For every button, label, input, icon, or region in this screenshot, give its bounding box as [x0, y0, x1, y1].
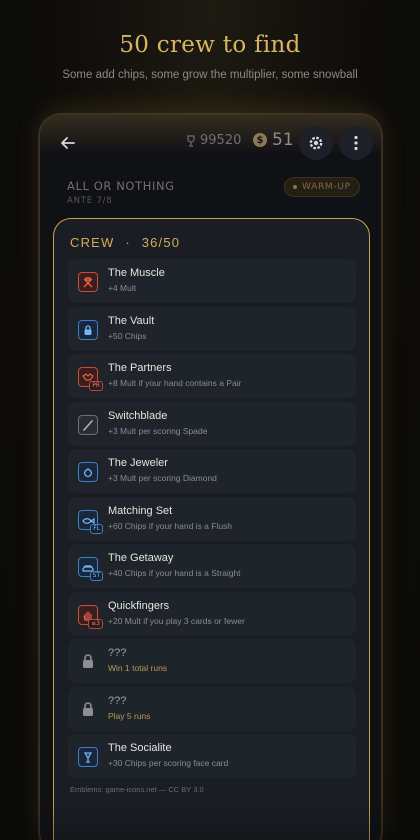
crew-item[interactable]: The Jeweler +3 Mult per scoring Diamond: [68, 449, 356, 493]
crew-item-tag: ≤3: [88, 618, 103, 629]
back-arrow-icon: [61, 137, 75, 149]
crew-list: The Muscle +4 Mult The Vault +50 Chips PR The…: [68, 259, 356, 782]
crew-separator: ·: [125, 235, 131, 250]
crew-header: CREW · 36/50: [70, 235, 180, 250]
crew-item-name: The Vault: [108, 314, 155, 327]
crew-item-name: The Getaway: [108, 552, 174, 564]
crew-item-desc: +30 Chips per scoring face card: [108, 758, 229, 768]
trophy-icon: [187, 134, 195, 147]
crew-item-desc: Win 1 total runs: [108, 663, 168, 673]
crew-item-desc: +3 Mult per scoring Spade: [108, 425, 208, 436]
crew-item-name: The Partners: [108, 362, 172, 374]
score-value: 99520: [200, 133, 242, 148]
crew-item-desc: +3 Mult per scoring Diamond: [108, 473, 217, 483]
crew-item-desc: Play 5 runs: [108, 710, 151, 721]
crew-label: CREW: [70, 235, 115, 250]
crew-item-tag: PR: [89, 381, 103, 391]
crew-item-desc: +40 Chips if your hand is a Straight: [108, 568, 241, 578]
lock-icon: [81, 701, 95, 717]
padlock-icon: [78, 319, 98, 340]
crew-item-tag: ST: [89, 571, 103, 581]
crew-item-tag: FL: [90, 523, 103, 534]
crew-item-name: Switchblade: [108, 409, 168, 422]
more-menu-button[interactable]: [339, 126, 373, 160]
glass-icon: [78, 747, 98, 767]
crew-item-desc: +8 Mult if your hand contains a Pair: [108, 378, 242, 388]
crew-count: 36/50: [141, 235, 181, 250]
lock-icon: [81, 653, 95, 669]
fish-icon: FL: [78, 509, 103, 534]
ante-label: ANTE 7/8: [67, 196, 113, 206]
crossed-arms-icon: [78, 272, 98, 292]
crew-item-desc: +60 Chips if your hand is a Flush: [108, 520, 233, 531]
ring-icon: [78, 462, 98, 482]
crew-item-desc: +4 Mult: [108, 283, 137, 293]
crew-item-desc: +20 Mult if you play 3 cards or fewer: [108, 615, 245, 626]
coin-display: $ 51: [253, 130, 294, 150]
status-dot-icon: [293, 185, 297, 189]
crew-sheet: CREW · 36/50 The Muscle +4 Mult The Vault +…: [53, 218, 370, 840]
kebab-menu-icon: [354, 135, 358, 151]
car-icon: ST: [78, 557, 103, 581]
handshake-icon: PR: [78, 367, 103, 391]
coin-count: 51: [272, 130, 294, 150]
coin-icon: $: [253, 133, 267, 147]
crew-item[interactable]: The Socialite +30 Chips per scoring face …: [68, 734, 356, 778]
crew-item-name: Matching Set: [108, 504, 173, 517]
mode-title: ALL OR NOTHING: [67, 179, 175, 193]
promo-headline: 50 crew to find: [119, 32, 301, 58]
crew-item[interactable]: ≤3 Quickfingers +20 Mult if you play 3 car…: [68, 591, 356, 636]
crew-item-desc: +50 Chips: [108, 330, 147, 341]
blade-icon: [78, 414, 98, 435]
crew-item[interactable]: ST The Getaway +40 Chips if your hand is a…: [68, 544, 356, 588]
crew-item[interactable]: FL Matching Set +60 Chips if your hand is …: [68, 496, 356, 541]
warm-up-label: WARM-UP: [302, 182, 351, 192]
crew-item-name: The Socialite: [108, 742, 172, 754]
promo-subline: Some add chips, some grow the multiplier…: [62, 69, 358, 81]
phone-frame: 99520 $ 51 ALL OR NOTHING ANTE 7/8 WARM-…: [39, 114, 382, 840]
crew-item[interactable]: The Vault +50 Chips: [68, 306, 356, 351]
settings-button[interactable]: [299, 126, 333, 160]
crew-item[interactable]: The Muscle +4 Mult: [68, 259, 356, 303]
crew-item[interactable]: PR The Partners +8 Mult if your hand conta…: [68, 354, 356, 398]
hand-icon: ≤3: [78, 604, 103, 629]
crew-item-name: Quickfingers: [108, 599, 170, 612]
score-display: 99520: [186, 133, 241, 148]
back-button[interactable]: [51, 126, 85, 160]
crew-item-name: The Muscle: [108, 267, 165, 279]
crew-item-name: The Jeweler: [108, 457, 168, 469]
crew-item-name: ???: [108, 647, 127, 659]
crew-item[interactable]: ??? Win 1 total runs: [68, 639, 356, 683]
top-bar: 99520 $ 51: [40, 115, 381, 171]
crew-item[interactable]: ??? Play 5 runs: [68, 686, 356, 731]
crew-item[interactable]: Switchblade +3 Mult per scoring Spade: [68, 401, 356, 446]
gear-icon: [309, 136, 323, 150]
credit-note: Emblems: game-icons.net — CC BY 3.0: [70, 785, 204, 794]
warm-up-badge: WARM-UP: [284, 177, 360, 197]
crew-item-name: ???: [108, 694, 127, 707]
